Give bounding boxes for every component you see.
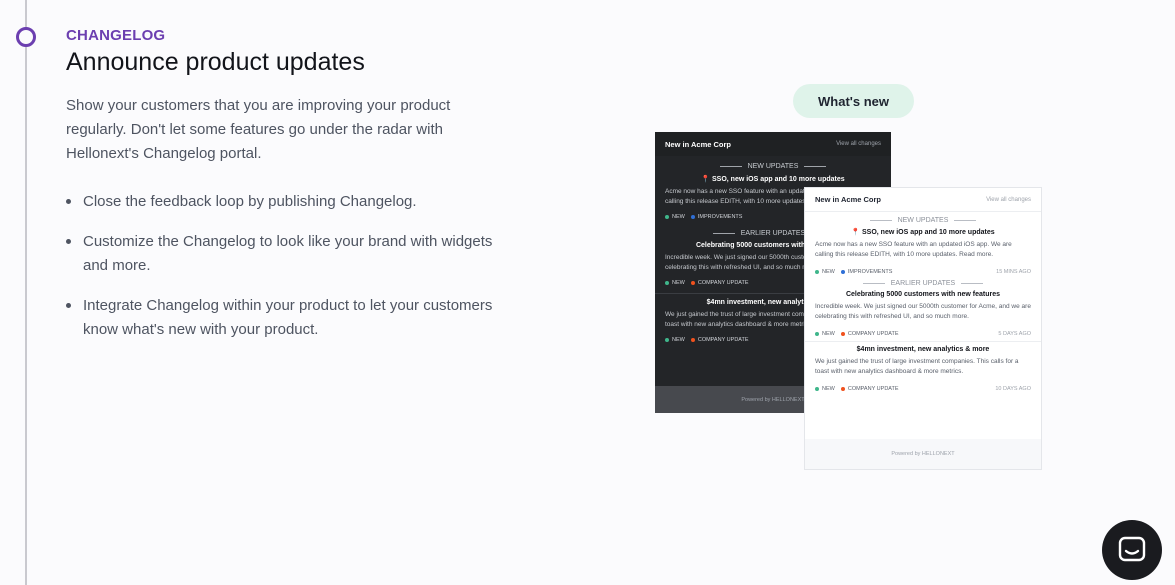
tag-improvements: IMPROVEMENTS [840,269,892,275]
changelog-post[interactable]: 📍 SSO, new iOS app and 10 more updates A… [805,228,1041,275]
post-timestamp: 10 DAYS AGO [995,386,1031,392]
bullet-dot [66,239,71,244]
chat-bubble-icon [1118,536,1146,562]
tag-new: NEW [815,386,835,392]
widget-brand: New in Acme Corp [815,195,881,204]
bullet-dot [66,303,71,308]
feature-list-item: Customize the Changelog to look like you… [66,230,496,278]
view-all-link[interactable]: View all changes [836,141,881,147]
post-title: 📍 SSO, new iOS app and 10 more updates [851,229,995,236]
post-body: Acme now has a new SSO feature with an u… [815,241,1012,258]
tag-company-update: COMPANY UPDATE [840,386,899,392]
post-timestamp: 5 DAYS AGO [998,331,1031,337]
new-updates-heading: NEW UPDATES [655,163,891,170]
earlier-updates-heading: EARLIER UPDATES [805,280,1041,287]
section-eyebrow: CHANGELOG [66,27,166,44]
view-all-link[interactable]: View all changes [986,197,1031,203]
post-title: 📍 SSO, new iOS app and 10 more updates [701,176,845,183]
bullet-dot [66,199,71,204]
tag-improvements: IMPROVEMENTS [690,214,742,220]
chat-widget-button[interactable] [1102,520,1162,580]
tag-company-update: COMPANY UPDATE [690,337,749,343]
post-title: $4mn investment, new analytics & more [856,346,990,353]
section-description: Show your customers that you are improvi… [66,97,451,162]
tag-new: NEW [665,337,685,343]
widget-header: New in Acme Corp View all changes [655,132,891,156]
feature-list: Close the feedback loop by publishing Ch… [66,190,496,358]
tag-company-update: COMPANY UPDATE [840,331,899,337]
tag-new: NEW [665,214,685,220]
post-meta: NEW COMPANY UPDATE 10 DAYS AGO [805,386,1041,392]
tag-company-update: COMPANY UPDATE [690,280,749,286]
feature-list-item: Integrate Changelog within your product … [66,294,496,342]
tag-new: NEW [815,269,835,275]
feature-list-item: Close the feedback loop by publishing Ch… [66,190,496,214]
widget-brand: New in Acme Corp [665,139,731,149]
post-title: Celebrating 5000 customers with new feat… [845,291,1001,298]
changelog-post[interactable]: $4mn investment, new analytics & more We… [805,346,1041,392]
post-meta: NEW IMPROVEMENTS 15 MINS AGO [805,269,1041,275]
post-body: We just gained the trust of large invest… [815,358,1019,375]
post-timestamp: 15 MINS AGO [996,269,1031,275]
tag-new: NEW [815,331,835,337]
changelog-post[interactable]: Celebrating 5000 customers with new feat… [805,291,1041,337]
section-title: Announce product updates [66,48,365,76]
timeline-line [25,0,27,585]
post-body: Incredible week. We just signed our 5000… [815,303,1031,320]
new-updates-heading: NEW UPDATES [805,217,1041,224]
widget-header: New in Acme Corp View all changes [805,188,1041,212]
widget-footer: Powered by HELLONEXT [805,439,1041,469]
timeline-marker [16,27,36,47]
changelog-widget-light: New in Acme Corp View all changes NEW UP… [804,187,1042,470]
post-meta: NEW COMPANY UPDATE 5 DAYS AGO [805,331,1041,337]
divider [805,341,1041,342]
tag-new: NEW [665,280,685,286]
whats-new-button[interactable]: What's new [793,84,914,118]
